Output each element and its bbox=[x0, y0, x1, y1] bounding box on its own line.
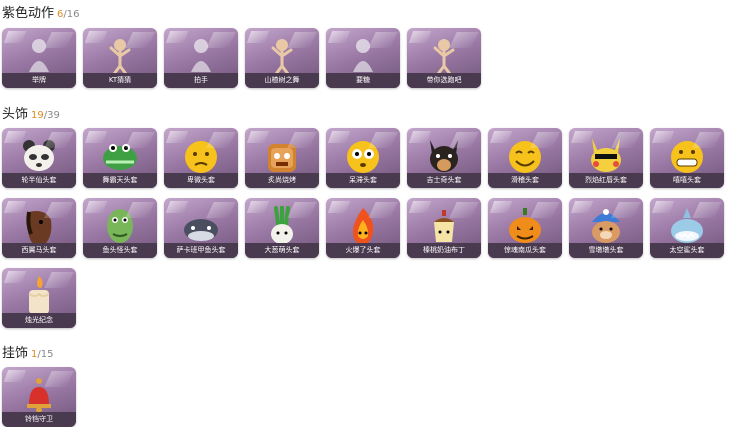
item-card[interactable]: 要糖 bbox=[326, 28, 400, 88]
item-label: 拍手 bbox=[164, 73, 238, 88]
item-card[interactable]: 铃铛守卫 bbox=[2, 367, 76, 427]
total-count: /15 bbox=[37, 349, 54, 360]
item-label: 烈焰红唇头套 bbox=[569, 173, 643, 188]
item-label: 山楂树之舞 bbox=[245, 73, 319, 88]
item-card[interactable]: 滑稽头套 bbox=[488, 128, 562, 188]
item-label: 大葱萌头套 bbox=[245, 243, 319, 258]
item-card[interactable]: 山楂树之舞 bbox=[245, 28, 319, 88]
item-card[interactable]: 榛桃奶油布丁 bbox=[407, 198, 481, 258]
item-label: 嘻嘻头套 bbox=[650, 173, 724, 188]
section-title: 头饰 bbox=[2, 107, 29, 122]
item-label: 惊魂南瓜头套 bbox=[488, 243, 562, 258]
item-card[interactable]: 吉士奇头套 bbox=[407, 128, 481, 188]
item-label: 轮半仙头套 bbox=[2, 173, 76, 188]
item-card[interactable]: 举牌 bbox=[2, 28, 76, 88]
item-label: 萨卡班甲鱼头套 bbox=[164, 243, 238, 258]
item-label: 火爆了头套 bbox=[326, 243, 400, 258]
item-card[interactable]: 炙尚烧烤 bbox=[245, 128, 319, 188]
item-label: KT猜猜 bbox=[83, 73, 157, 88]
item-card[interactable]: 带你选跑吧 bbox=[407, 28, 481, 88]
item-card[interactable]: 鱼头怪头套 bbox=[83, 198, 157, 258]
total-count: /39 bbox=[43, 110, 60, 121]
item-card[interactable]: 呆滞头套 bbox=[326, 128, 400, 188]
section-title: 挂饰 bbox=[2, 346, 29, 361]
item-label: 滑稽头套 bbox=[488, 173, 562, 188]
item-label: 榛桃奶油布丁 bbox=[407, 243, 481, 258]
item-card[interactable]: 雪墩墩头套 bbox=[569, 198, 643, 258]
item-label: 鱼头怪头套 bbox=[83, 243, 157, 258]
item-label: 带你选跑吧 bbox=[407, 73, 481, 88]
section-title: 紫色动作 bbox=[2, 6, 55, 21]
item-label: 卑微头套 bbox=[164, 173, 238, 188]
item-card[interactable]: 大葱萌头套 bbox=[245, 198, 319, 258]
item-card[interactable]: KT猜猜 bbox=[83, 28, 157, 88]
section-header-actions: 紫色动作 6 /16 bbox=[2, 2, 79, 22]
item-card[interactable]: 西翼马头套 bbox=[2, 198, 76, 258]
item-card[interactable]: 嘻嘻头套 bbox=[650, 128, 724, 188]
item-card[interactable]: 惊魂南瓜头套 bbox=[488, 198, 562, 258]
item-label: 烛光纪念 bbox=[2, 313, 76, 328]
item-label: 呆滞头套 bbox=[326, 173, 400, 188]
item-label: 举牌 bbox=[2, 73, 76, 88]
item-label: 炙尚烧烤 bbox=[245, 173, 319, 188]
item-card[interactable]: 舞霸天头套 bbox=[83, 128, 157, 188]
item-label: 太空鲨头套 bbox=[650, 243, 724, 258]
item-card[interactable]: 轮半仙头套 bbox=[2, 128, 76, 188]
item-card[interactable]: 太空鲨头套 bbox=[650, 198, 724, 258]
item-card[interactable]: 萨卡班甲鱼头套 bbox=[164, 198, 238, 258]
item-card[interactable]: 烛光纪念 bbox=[2, 268, 76, 328]
item-label: 西翼马头套 bbox=[2, 243, 76, 258]
item-card[interactable]: 火爆了头套 bbox=[326, 198, 400, 258]
section-header-charms: 挂饰 1 /15 bbox=[2, 342, 53, 362]
item-card[interactable]: 烈焰红唇头套 bbox=[569, 128, 643, 188]
item-label: 吉士奇头套 bbox=[407, 173, 481, 188]
total-count: /16 bbox=[63, 9, 80, 20]
item-label: 雪墩墩头套 bbox=[569, 243, 643, 258]
section-header-headwear: 头饰 19 /39 bbox=[2, 103, 60, 123]
owned-count: 19 bbox=[31, 110, 44, 121]
item-card[interactable]: 卑微头套 bbox=[164, 128, 238, 188]
item-card[interactable]: 拍手 bbox=[164, 28, 238, 88]
item-label: 舞霸天头套 bbox=[83, 173, 157, 188]
item-label: 要糖 bbox=[326, 73, 400, 88]
